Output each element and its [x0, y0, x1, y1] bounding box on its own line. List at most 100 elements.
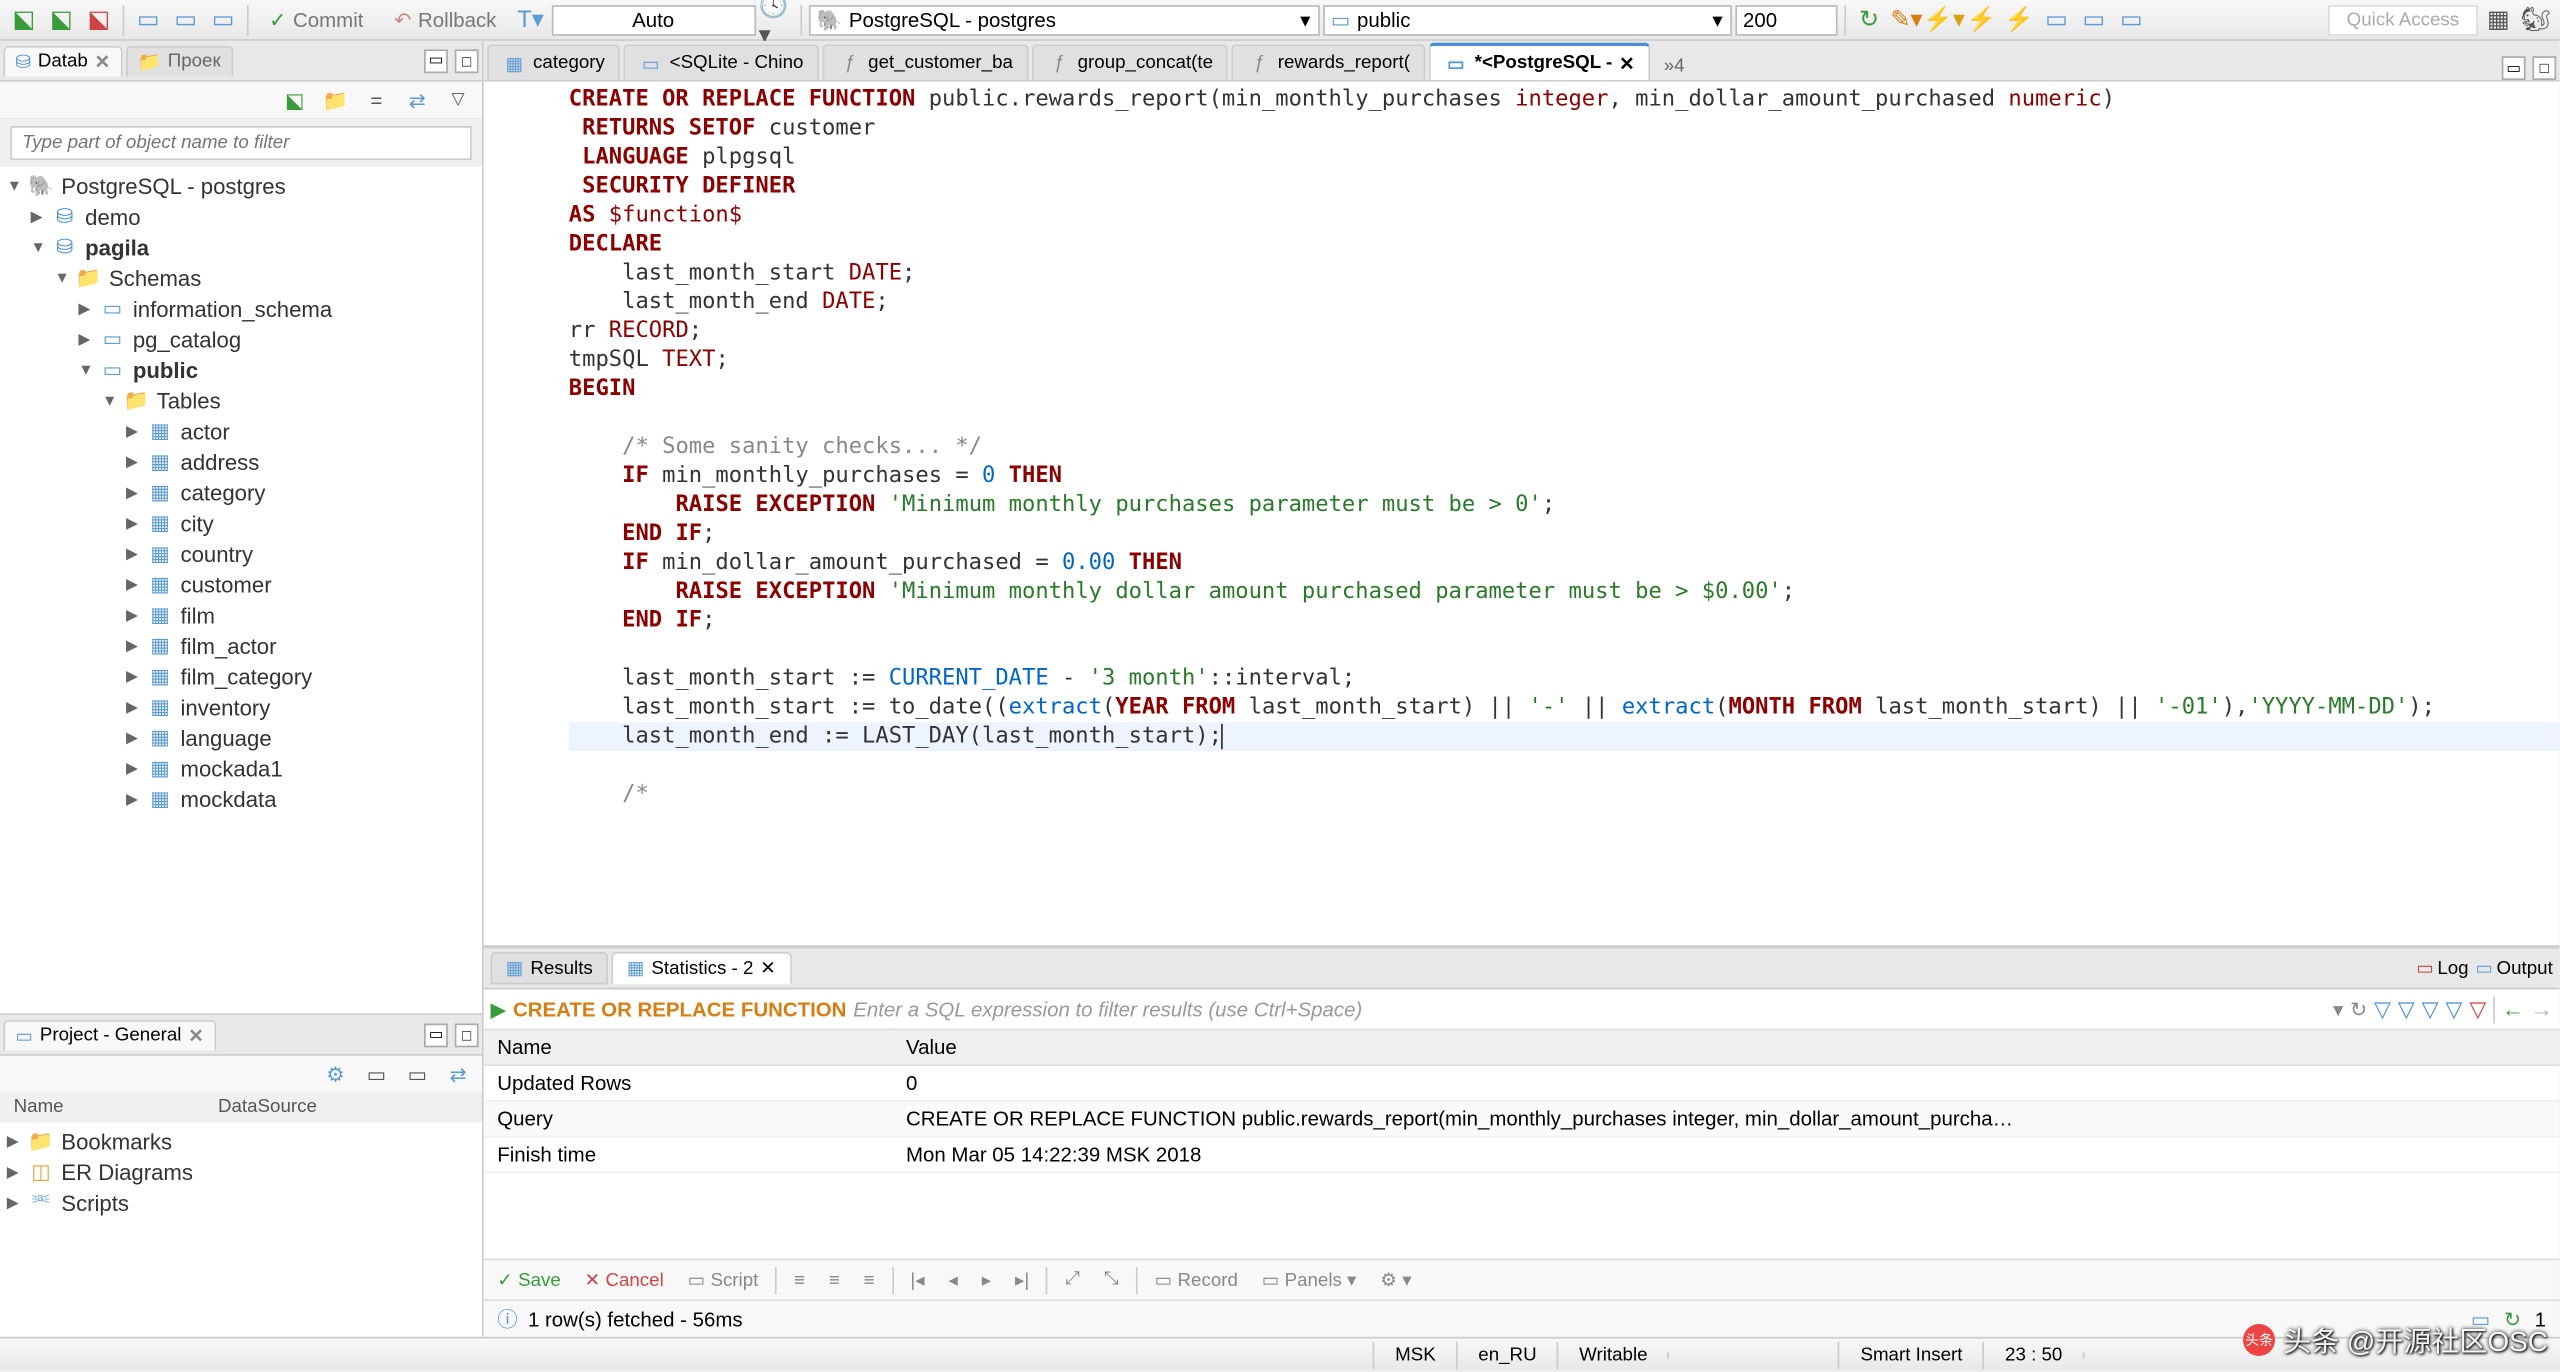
rollback-button[interactable]: ↶Rollback: [380, 4, 510, 35]
project-general-tab[interactable]: ▭Project - General✕: [3, 1019, 216, 1050]
panels-button[interactable]: ▭ Panels ▾: [1255, 1267, 1363, 1293]
gear-icon[interactable]: ⚙: [318, 1057, 352, 1091]
import-icon[interactable]: ▭: [2077, 3, 2111, 37]
sql-editor[interactable]: CREATE OR REPLACE FUNCTION public.reward…: [484, 82, 2560, 945]
edit2-icon[interactable]: ≡: [822, 1268, 847, 1292]
prev-icon[interactable]: ◂: [942, 1267, 965, 1293]
quick-access-button[interactable]: Quick Access: [2328, 4, 2478, 35]
projects-tab[interactable]: 📁Проек: [126, 45, 233, 76]
table-row[interactable]: Updated Rows0: [484, 1065, 2560, 1101]
dbeaver-perspective-icon[interactable]: 🐿: [2519, 3, 2553, 37]
cancel-button[interactable]: ✕ Cancel: [578, 1267, 671, 1293]
edit1-icon[interactable]: ≡: [787, 1268, 812, 1292]
history-icon[interactable]: 🕓▾: [759, 3, 793, 37]
er-diagrams-node[interactable]: ▶◫ER Diagrams: [0, 1156, 482, 1187]
add-icon[interactable]: ▭: [359, 1057, 393, 1091]
editor-tab-func2[interactable]: ƒgroup_concat(te: [1032, 44, 1229, 80]
record-button[interactable]: ▭ Record: [1148, 1267, 1245, 1293]
close-icon[interactable]: ✕: [760, 957, 776, 979]
filter2-icon[interactable]: ▽: [2398, 995, 2415, 1022]
highlight-icon[interactable]: ⚡▾: [1927, 3, 1961, 37]
table-node[interactable]: ▶▦country: [0, 538, 482, 569]
value-header[interactable]: Value: [892, 1030, 2559, 1065]
tables-node[interactable]: ▼📁Tables: [0, 385, 482, 416]
next-icon[interactable]: ▸: [975, 1267, 998, 1293]
table-node[interactable]: ▶▦film_actor: [0, 630, 482, 661]
table-node[interactable]: ▶▦mockdata: [0, 783, 482, 814]
table-row[interactable]: QueryCREATE OR REPLACE FUNCTION public.r…: [484, 1101, 2560, 1137]
stop-icon[interactable]: ✎▾: [1889, 3, 1923, 37]
filter4-icon[interactable]: ▽: [2446, 995, 2463, 1022]
editor-tab-func1[interactable]: ƒget_customer_ba: [822, 44, 1028, 80]
table-node[interactable]: ▶▦film: [0, 599, 482, 630]
bolt2-icon[interactable]: ⚡: [2002, 3, 2036, 37]
copy-icon[interactable]: ▭: [2471, 1307, 2490, 1331]
schema-node[interactable]: ▶▭information_schema: [0, 293, 482, 324]
statistics-tab[interactable]: ▦Statistics - 2✕: [612, 952, 792, 984]
collapse-icon[interactable]: =: [359, 83, 393, 117]
maximize-icon[interactable]: □: [455, 49, 479, 73]
close-icon[interactable]: ✕: [1619, 52, 1635, 74]
schema-node[interactable]: ▶▭pg_catalog: [0, 324, 482, 355]
txn-mode-icon[interactable]: T▾: [513, 3, 547, 37]
link-editor-icon[interactable]: ⬕: [278, 83, 312, 117]
table-node[interactable]: ▶▦customer: [0, 569, 482, 600]
name-header[interactable]: Name: [484, 1030, 893, 1065]
maximize-icon[interactable]: □: [455, 1023, 479, 1047]
zoom-in-icon[interactable]: ⤢: [1058, 1267, 1087, 1293]
table-node[interactable]: ▶▦address: [0, 446, 482, 477]
compare-icon[interactable]: ▭: [2114, 3, 2148, 37]
results-tab[interactable]: ▦Results: [490, 952, 608, 984]
sql-editor-icon[interactable]: ▭: [131, 3, 165, 37]
menu-icon[interactable]: ▽: [441, 83, 475, 117]
minimize-icon[interactable]: ▭: [424, 1023, 448, 1047]
editor-tab-category[interactable]: ▦category: [487, 44, 620, 80]
table-node[interactable]: ▶▦inventory: [0, 691, 482, 722]
bookmarks-node[interactable]: ▶📁Bookmarks: [0, 1126, 482, 1157]
save-button[interactable]: ✓ Save: [490, 1267, 567, 1293]
connection-node[interactable]: ▼🐘PostgreSQL - postgres: [0, 170, 482, 201]
database-navigator-tab[interactable]: ⛁Datab✕: [3, 45, 122, 76]
refresh-results-icon[interactable]: ↻: [2504, 1307, 2521, 1331]
disconnect-icon[interactable]: ⬕: [82, 3, 116, 37]
back-icon[interactable]: ←: [2502, 995, 2524, 1022]
sql-recent-icon[interactable]: ▭: [169, 3, 203, 37]
refresh-icon[interactable]: ↻: [1852, 3, 1886, 37]
maximize-icon[interactable]: □: [2532, 56, 2556, 80]
connect-icon[interactable]: ⬕: [7, 3, 41, 37]
editor-tab-sqlite[interactable]: ▭<SQLite - Chino: [624, 44, 819, 80]
schema-node[interactable]: ▼▭public: [0, 354, 482, 385]
link2-icon[interactable]: ⇄: [441, 1057, 475, 1091]
more-tabs-button[interactable]: »4: [1654, 53, 1695, 80]
database-node[interactable]: ▶⛁demo: [0, 201, 482, 232]
connection-dropdown[interactable]: 🐘PostgreSQL - postgres▾: [808, 4, 1319, 35]
log-button[interactable]: ▭Log: [2416, 957, 2468, 979]
add2-icon[interactable]: ▭: [400, 1057, 434, 1091]
commit-mode-dropdown[interactable]: Auto: [551, 4, 755, 35]
forward-icon[interactable]: →: [2531, 995, 2553, 1022]
scripts-node[interactable]: ▶⎃Scripts: [0, 1187, 482, 1218]
connect2-icon[interactable]: ⬕: [44, 3, 78, 37]
filter5-icon[interactable]: ▽: [2469, 995, 2486, 1022]
schema-dropdown[interactable]: ▭public▾: [1322, 4, 1731, 35]
output-button[interactable]: ▭Output: [2475, 957, 2552, 979]
database-node[interactable]: ▼⛁pagila: [0, 232, 482, 263]
table-node[interactable]: ▶▦mockada1: [0, 753, 482, 784]
script-button[interactable]: ▭ Script: [681, 1267, 765, 1293]
table-node[interactable]: ▶▦language: [0, 722, 482, 753]
editor-tab-func3[interactable]: ƒrewards_report(: [1232, 44, 1426, 80]
zoom-out-icon[interactable]: ⤡: [1097, 1267, 1126, 1293]
last-icon[interactable]: ▸|: [1008, 1267, 1036, 1293]
filter-input[interactable]: Enter a SQL expression to filter results…: [853, 997, 2326, 1021]
editor-tab-postgres[interactable]: ▭*<PostgreSQL - ✕: [1429, 43, 1650, 80]
navigator-filter-input[interactable]: [10, 126, 472, 160]
edit3-icon[interactable]: ≡: [857, 1268, 882, 1292]
settings-icon[interactable]: ⚙ ▾: [1373, 1267, 1418, 1293]
close-icon[interactable]: ✕: [95, 50, 111, 72]
table-node[interactable]: ▶▦category: [0, 477, 482, 508]
table-node[interactable]: ▶▦actor: [0, 416, 482, 447]
filter3-icon[interactable]: ▽: [2422, 995, 2439, 1022]
table-node[interactable]: ▶▦film_category: [0, 661, 482, 692]
link-icon[interactable]: ⇄: [400, 83, 434, 117]
bolt-icon[interactable]: ⚡: [1964, 3, 1998, 37]
